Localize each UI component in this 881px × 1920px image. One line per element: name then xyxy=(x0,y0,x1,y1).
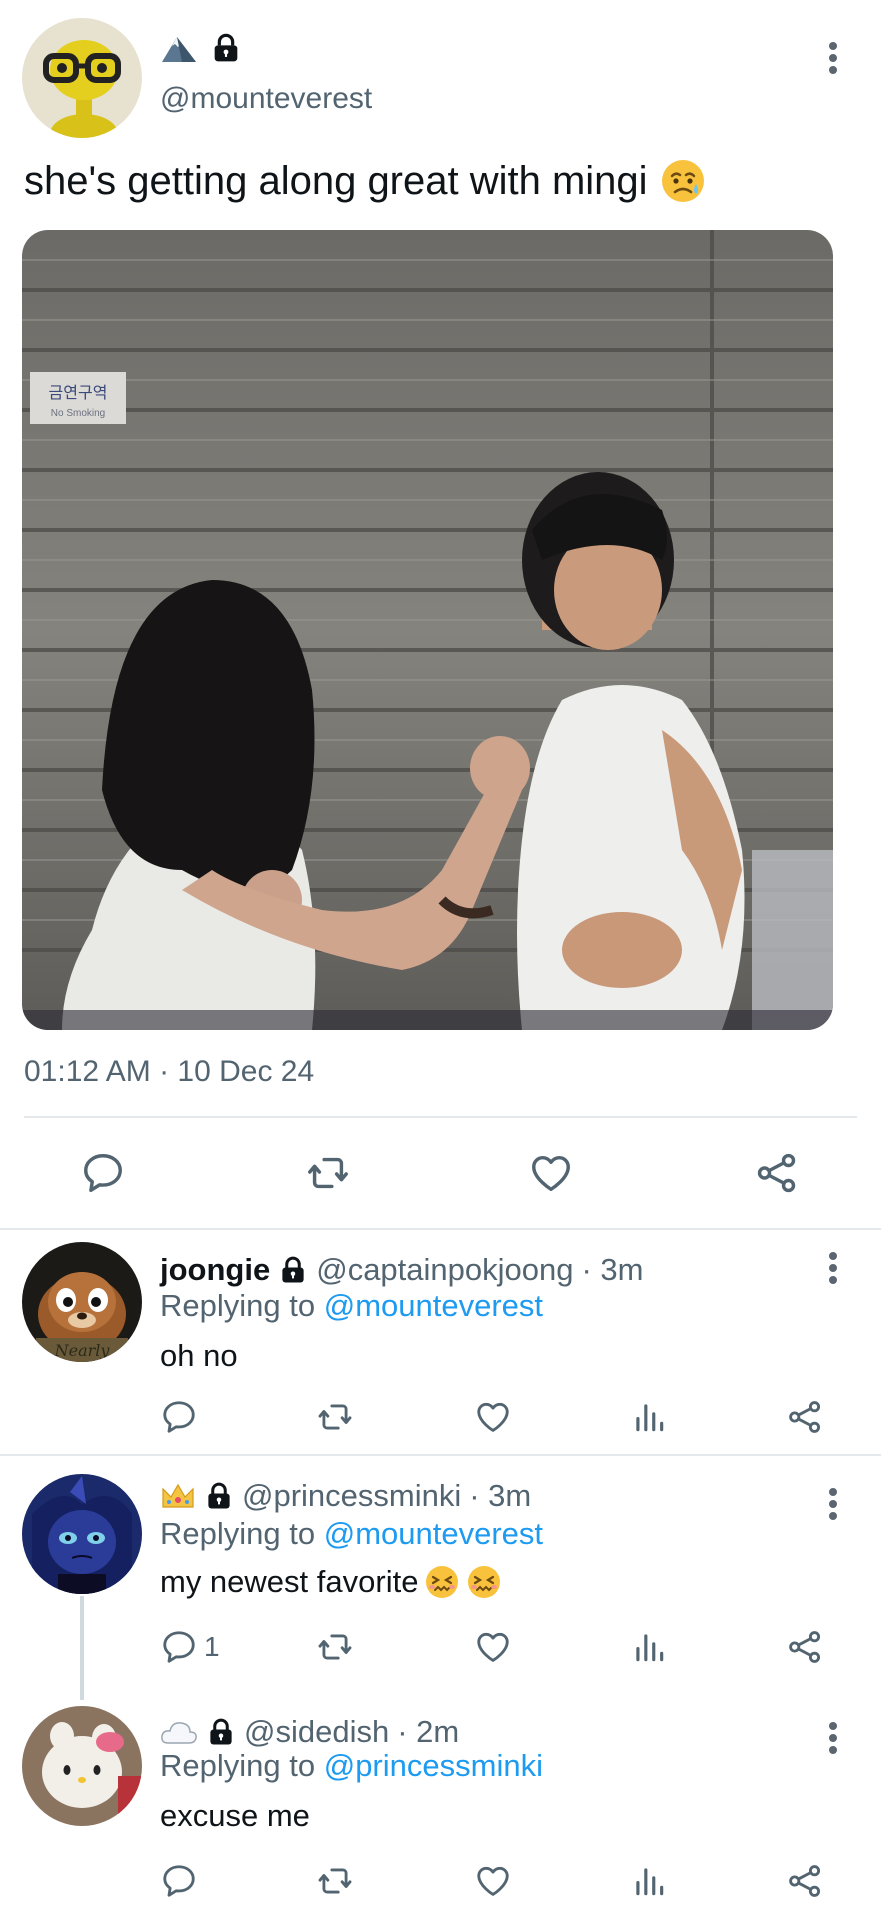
reply-handle[interactable]: @princessminki xyxy=(242,1478,461,1514)
share-button[interactable] xyxy=(786,1628,824,1666)
retweet-button[interactable] xyxy=(316,1398,354,1436)
views-button[interactable] xyxy=(630,1862,668,1900)
more-icon[interactable] xyxy=(823,1248,843,1288)
crown-emoji xyxy=(162,1483,194,1508)
replying-to: Replying to @mounteverest xyxy=(160,1516,543,1552)
retweet-button[interactable] xyxy=(316,1862,354,1900)
main-tweet-text: she's getting along great with mingi xyxy=(24,158,648,203)
lock-icon xyxy=(278,1255,308,1285)
main-tweet-badges xyxy=(160,30,242,66)
share-button[interactable] xyxy=(786,1398,824,1436)
reply-text: excuse me xyxy=(160,1798,310,1834)
tweet-timestamp[interactable]: 01:12 AM · 10 Dec 24 xyxy=(24,1055,314,1089)
avatar-caption: Nearly xyxy=(54,1341,111,1360)
reply-button[interactable] xyxy=(160,1398,204,1436)
like-icon xyxy=(474,1628,512,1666)
lock-icon xyxy=(206,1717,236,1747)
reply-icon xyxy=(80,1150,126,1196)
reply-button[interactable] xyxy=(80,1150,126,1196)
reply-header: @sidedish · 2m xyxy=(160,1714,459,1750)
retweet-button[interactable] xyxy=(305,1150,351,1196)
replying-to: Replying to @mounteverest xyxy=(160,1288,543,1324)
reply-header: @princessminki · 3m xyxy=(160,1478,531,1514)
replying-to-label: Replying to xyxy=(160,1516,316,1551)
replying-to-link[interactable]: @mounteverest xyxy=(324,1516,543,1551)
reply-tweet[interactable]: @sidedish · 2m Replying to @princessmink… xyxy=(0,1692,881,1920)
replying-to-label: Replying to xyxy=(160,1288,316,1323)
views-button[interactable] xyxy=(630,1628,668,1666)
like-button[interactable] xyxy=(474,1862,512,1900)
main-tweet-text-row: she's getting along great with mingi xyxy=(24,158,706,204)
replying-to-label: Replying to xyxy=(160,1748,316,1783)
reply-avatar[interactable] xyxy=(22,1474,142,1594)
cloud-emoji xyxy=(161,1722,197,1744)
like-button[interactable] xyxy=(528,1150,574,1196)
like-icon xyxy=(528,1150,574,1196)
reply-avatar[interactable]: Nearly xyxy=(22,1242,142,1362)
share-icon xyxy=(754,1150,800,1196)
sad-but-relieved-face-emoji xyxy=(661,160,704,202)
share-icon xyxy=(786,1628,824,1666)
share-icon xyxy=(786,1398,824,1436)
replying-to-link[interactable]: @princessminki xyxy=(324,1748,543,1783)
reply-icon xyxy=(160,1398,198,1436)
more-icon[interactable] xyxy=(823,1718,843,1758)
replying-to: Replying to @princessminki xyxy=(160,1748,543,1784)
retweet-icon xyxy=(316,1862,354,1900)
reply-text-content: my newest favorite xyxy=(160,1564,419,1599)
retweet-button[interactable] xyxy=(316,1628,354,1666)
reply-text-content: excuse me xyxy=(160,1798,310,1833)
like-icon xyxy=(474,1398,512,1436)
divider xyxy=(24,1116,857,1118)
confounded-face-emoji xyxy=(426,1566,459,1598)
share-button[interactable] xyxy=(754,1150,800,1196)
mountain-emoji xyxy=(162,37,196,62)
reply-author-name[interactable]: joongie xyxy=(160,1252,270,1288)
share-icon xyxy=(786,1862,824,1900)
reply-tweet[interactable]: Nearly joongie @captainpokjoong · 3m Rep… xyxy=(0,1228,881,1454)
retweet-icon xyxy=(316,1398,354,1436)
sign-korean: 금연구역 xyxy=(49,383,108,402)
like-button[interactable] xyxy=(474,1628,512,1666)
views-icon xyxy=(630,1398,668,1436)
reply-tweet[interactable]: @princessminki · 3m Replying to @mountev… xyxy=(0,1456,881,1692)
views-icon xyxy=(630,1862,668,1900)
reply-icon xyxy=(160,1628,198,1666)
views-icon xyxy=(630,1628,668,1666)
reply-text: oh no xyxy=(160,1338,238,1374)
like-icon xyxy=(474,1862,512,1900)
reply-time: · 3m xyxy=(469,1478,532,1513)
lock-icon xyxy=(210,32,242,64)
tweet-photo[interactable]: 금연구역 No Smoking xyxy=(22,230,833,1030)
sign-english: No Smoking xyxy=(51,408,105,419)
main-tweet: @mounteverest she's getting along great … xyxy=(0,0,881,1228)
retweet-icon xyxy=(316,1628,354,1666)
confounded-face-emoji xyxy=(468,1566,501,1598)
views-button[interactable] xyxy=(630,1398,668,1436)
replying-to-link[interactable]: @mounteverest xyxy=(324,1288,543,1323)
more-icon[interactable] xyxy=(823,38,843,78)
reply-button[interactable] xyxy=(160,1862,204,1900)
reply-icon xyxy=(160,1862,198,1900)
more-icon[interactable] xyxy=(823,1484,843,1524)
reply-button[interactable]: 1 xyxy=(160,1628,220,1666)
retweet-icon xyxy=(305,1150,351,1196)
reply-text: my newest favorite xyxy=(160,1564,502,1600)
reply-handle[interactable]: @sidedish xyxy=(244,1714,389,1750)
reply-time: · 3m xyxy=(581,1252,644,1287)
reply-header: joongie @captainpokjoong · 3m xyxy=(160,1252,643,1288)
reply-handle[interactable]: @captainpokjoong xyxy=(316,1252,573,1288)
main-tweet-avatar[interactable] xyxy=(22,18,142,138)
reply-count: 1 xyxy=(204,1631,220,1662)
lock-icon xyxy=(204,1481,234,1511)
like-button[interactable] xyxy=(474,1398,512,1436)
reply-time: · 2m xyxy=(397,1714,460,1749)
share-button[interactable] xyxy=(786,1862,824,1900)
main-tweet-handle[interactable]: @mounteverest xyxy=(160,82,372,116)
reply-avatar[interactable] xyxy=(22,1706,142,1826)
reply-text-content: oh no xyxy=(160,1338,238,1373)
